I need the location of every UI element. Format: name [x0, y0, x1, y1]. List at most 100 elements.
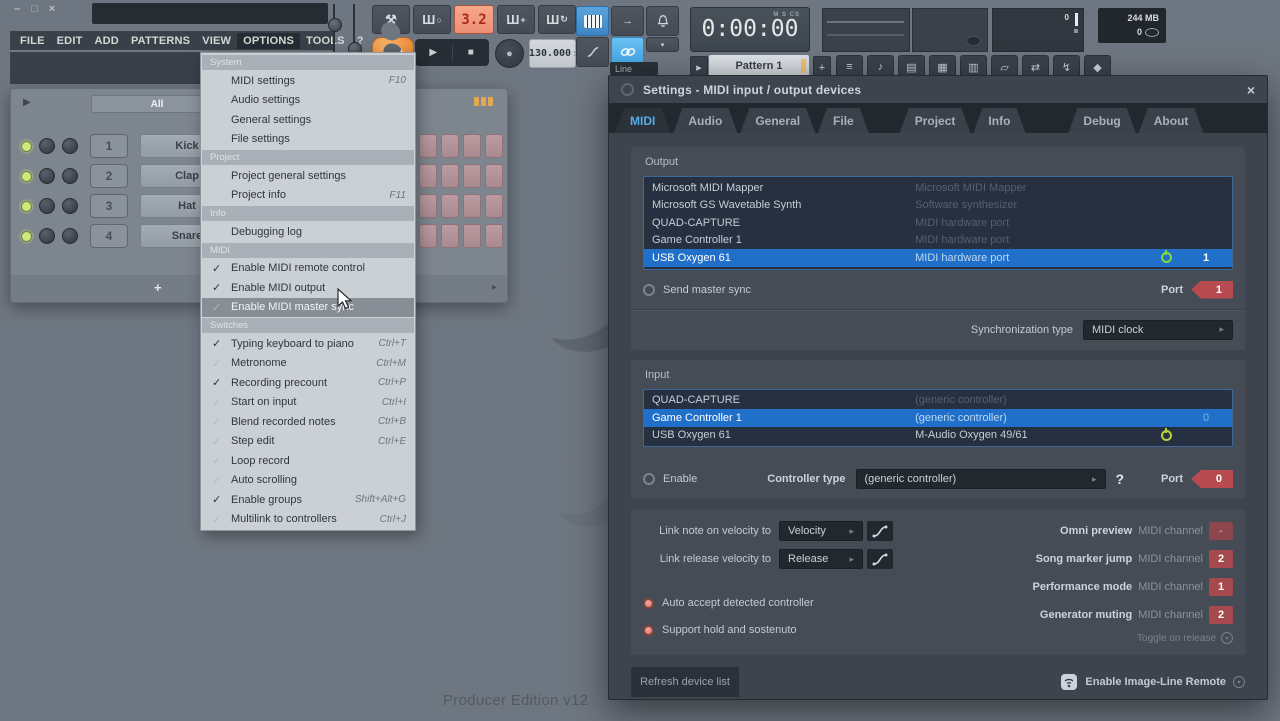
menu-item-metronome[interactable]: ✓MetronomeCtrl+M	[202, 354, 414, 374]
menu-item-step-edit[interactable]: ✓Step editCtrl+E	[202, 432, 414, 452]
channel-mute-led[interactable]	[21, 231, 32, 242]
slider-handle[interactable]	[328, 18, 342, 32]
menubar-item-file[interactable]: FILE	[14, 33, 51, 49]
input-port-value[interactable]: 0	[1191, 470, 1233, 488]
input-device-quad-capture[interactable]: QUAD-CAPTURE(generic controller)	[644, 392, 1232, 410]
menubar-item-add[interactable]: ADD	[89, 33, 125, 49]
menu-item-recording-precount[interactable]: ✓Recording precountCtrl+P	[202, 373, 414, 393]
menu-item-multilink-to-controllers[interactable]: ✓Multilink to controllersCtrl+J	[202, 510, 414, 530]
menu-item-typing-keyboard-to-piano[interactable]: ✓Typing keyboard to pianoCtrl+T	[202, 334, 414, 354]
release-curve-button[interactable]	[867, 549, 893, 569]
tab-general[interactable]: General	[740, 108, 815, 133]
step-button[interactable]	[441, 194, 459, 218]
tab-debug[interactable]: Debug	[1068, 108, 1135, 133]
step-button[interactable]	[463, 224, 481, 248]
channel-number[interactable]: 3	[90, 194, 128, 218]
output-device-microsoft-midi-mapper[interactable]: Microsoft MIDI MapperMicrosoft MIDI Mapp…	[644, 179, 1232, 197]
maximize-icon[interactable]: □	[31, 3, 38, 15]
output-device-quad-capture[interactable]: QUAD-CAPTUREMIDI hardware port	[644, 214, 1232, 232]
channel-number[interactable]: 4	[90, 224, 128, 248]
step-button[interactable]	[419, 194, 437, 218]
snap-selector[interactable]: Line	[610, 62, 658, 75]
menubar-item-edit[interactable]: EDIT	[51, 33, 89, 49]
step-button[interactable]	[419, 224, 437, 248]
output-port-value[interactable]: 1	[1191, 281, 1233, 299]
menubar-item-view[interactable]: VIEW	[196, 33, 237, 49]
play-button[interactable]: ▶	[415, 39, 452, 66]
menu-item-loop-record[interactable]: ✓Loop record	[202, 451, 414, 471]
midi-channel-value[interactable]: 1	[1209, 578, 1233, 596]
support-hold-label[interactable]: Support hold and sostenuto	[662, 624, 797, 636]
power-icon[interactable]	[1161, 430, 1172, 441]
menu-item-enable-groups[interactable]: ✓Enable groupsShift+Alt+G	[202, 490, 414, 510]
input-device-usb-oxygen-61[interactable]: USB Oxygen 61M-Audio Oxygen 49/61	[644, 427, 1232, 445]
toggle-on-release-switch[interactable]: ▾	[1221, 632, 1233, 644]
volume-knob[interactable]	[62, 168, 78, 184]
remote-toggle-switch[interactable]: ▾	[1233, 676, 1245, 688]
velocity-curve-button[interactable]	[867, 521, 893, 541]
step-button[interactable]	[485, 224, 503, 248]
step-button[interactable]	[441, 224, 459, 248]
volume-knob[interactable]	[62, 228, 78, 244]
loop-mode-button[interactable]: Ш↻	[538, 5, 576, 34]
menu-item-general-settings[interactable]: General settings	[202, 110, 414, 130]
channel-mute-led[interactable]	[21, 201, 32, 212]
rack-play-icon[interactable]: ▶	[23, 97, 31, 108]
step-button[interactable]	[441, 134, 459, 158]
step-button[interactable]	[485, 164, 503, 188]
step-button[interactable]	[463, 134, 481, 158]
menu-item-enable-midi-remote-control[interactable]: ✓Enable MIDI remote control	[202, 259, 414, 279]
midi-channel-value[interactable]: -	[1209, 522, 1233, 540]
menu-item-midi-settings[interactable]: MIDI settingsF10	[202, 71, 414, 91]
close-icon[interactable]: ×	[49, 3, 55, 15]
tempo-display[interactable]: 130.000 ▴▾	[529, 39, 576, 68]
channel-mute-led[interactable]	[21, 141, 32, 152]
step-button[interactable]	[463, 194, 481, 218]
note-on-velocity-select[interactable]: Velocity ▸	[779, 521, 863, 541]
volume-knob[interactable]	[62, 138, 78, 154]
slide-button[interactable]	[576, 37, 609, 67]
menu-item-audio-settings[interactable]: Audio settings	[202, 91, 414, 111]
pattern-add-button[interactable]: Ш+	[497, 5, 535, 34]
menubar-item-tools[interactable]: TOOLS	[300, 33, 351, 49]
controller-type-select[interactable]: (generic controller) ▸	[856, 469, 1106, 489]
step-button[interactable]	[463, 164, 481, 188]
record-button[interactable]: ●	[495, 39, 524, 68]
enable-remote-control[interactable]: Enable Image-Line Remote ▾	[1060, 673, 1245, 691]
input-device-game-controller-1[interactable]: Game Controller 1(generic controller)0	[644, 409, 1232, 427]
time-display[interactable]: M S CS 0:00:00	[690, 7, 810, 52]
pattern-selector[interactable]: Pattern 1	[709, 55, 809, 77]
stop-button[interactable]: ■	[453, 39, 490, 66]
tab-file[interactable]: File	[818, 108, 869, 133]
input-enable-led[interactable]	[643, 473, 655, 485]
auto-accept-label[interactable]: Auto accept detected controller	[662, 597, 814, 609]
menubar-item-patterns[interactable]: PATTERNS	[125, 33, 196, 49]
metronome-dropdown-button[interactable]: ▾	[646, 37, 679, 52]
minimize-icon[interactable]: –	[14, 3, 20, 15]
step-button[interactable]	[485, 194, 503, 218]
pan-knob[interactable]	[39, 138, 55, 154]
position-display[interactable]: 3.2	[454, 5, 494, 34]
tab-audio[interactable]: Audio	[673, 108, 737, 133]
menu-item-project-general-settings[interactable]: Project general settings	[202, 166, 414, 186]
pan-knob[interactable]	[39, 228, 55, 244]
menu-item-enable-midi-master-sync[interactable]: ✓Enable MIDI master sync	[202, 298, 414, 318]
channel-mute-led[interactable]	[21, 171, 32, 182]
menu-item-debugging-log[interactable]: Debugging log	[202, 222, 414, 242]
sync-type-select[interactable]: MIDI clock ▸	[1083, 320, 1233, 340]
pan-knob[interactable]	[39, 198, 55, 214]
step-recording-button[interactable]: →	[611, 6, 644, 36]
volume-knob[interactable]	[62, 198, 78, 214]
channel-number[interactable]: 1	[90, 134, 128, 158]
midi-channel-value[interactable]: 2	[1209, 606, 1233, 624]
tab-info[interactable]: Info	[973, 108, 1025, 133]
step-button[interactable]	[419, 134, 437, 158]
typing-keyboard-button[interactable]	[576, 6, 609, 36]
step-button[interactable]	[485, 134, 503, 158]
midi-channel-value[interactable]: 2	[1209, 550, 1233, 568]
step-button[interactable]	[441, 164, 459, 188]
refresh-device-list-button[interactable]: Refresh device list	[631, 667, 739, 697]
auto-accept-led[interactable]	[643, 598, 654, 609]
countdown-button[interactable]	[646, 6, 679, 36]
menu-item-project-info[interactable]: Project infoF11	[202, 186, 414, 206]
